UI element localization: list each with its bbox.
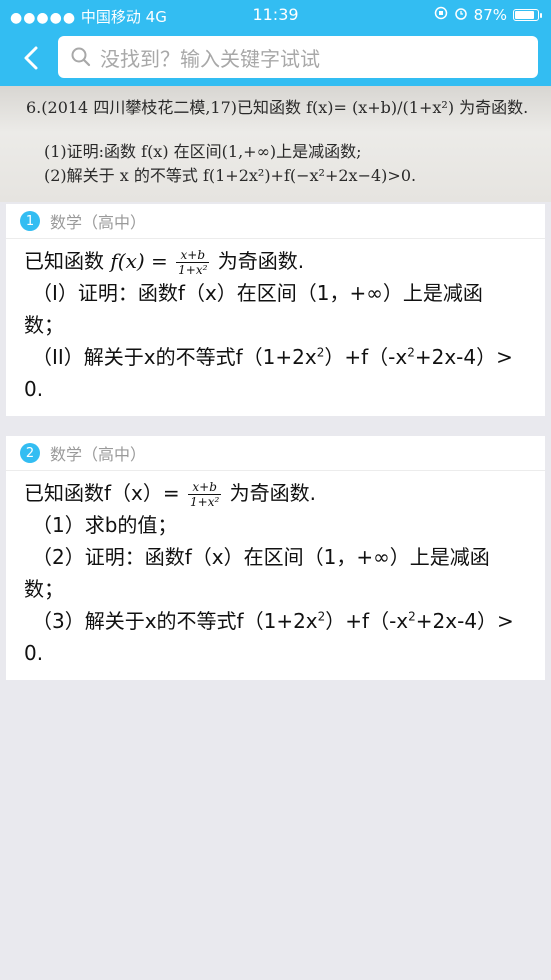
result-header: 1 数学（高中） — [6, 204, 545, 239]
result-body: 已知函数 f(x) = x+b 1+x² 为奇函数. （I）证明：函数f（x）在… — [6, 239, 545, 405]
subject-label: 数学（高中） — [50, 213, 147, 232]
photo-line-2: (1)证明:函数 f(x) 在区间(1,+∞)上是减函数; — [44, 142, 362, 161]
math-function: f(x) = — [110, 249, 168, 273]
math-fraction: x+b 1+x² — [188, 480, 222, 509]
result-line: （2）证明：函数f（x）在区间（1，+∞）上是减函 — [32, 545, 490, 569]
result-line: 已知函数 f(x) = x+b 1+x² 为奇函数. — [24, 245, 527, 277]
result-body: 已知函数f（x）= x+b 1+x² 为奇函数. （1）求b的值； （2）证明：… — [6, 471, 545, 669]
search-icon — [71, 47, 91, 67]
result-line: 数； — [24, 577, 64, 601]
chevron-left-icon — [24, 46, 38, 70]
app-header: ●●●●● 中国移动 4G 11:39 87% 没找到？输入关键字试试 — [0, 0, 551, 86]
result-card[interactable]: 1 数学（高中） 已知函数 f(x) = x+b 1+x² 为奇函数. （I）证… — [6, 204, 545, 416]
search-placeholder: 没找到？输入关键字试试 — [100, 46, 320, 71]
result-line: （3）解关于x的不等式f（1+2x2）+f（-x2+2x-4）> — [24, 605, 527, 637]
status-bar: ●●●●● 中国移动 4G 11:39 87% — [0, 0, 551, 30]
battery-percent: 87% — [473, 6, 507, 24]
text: （3）解关于x的不等式f（1+2x — [32, 609, 318, 633]
result-index-badge: 2 — [20, 443, 40, 463]
battery-icon — [513, 9, 542, 21]
fraction-numerator: x+b — [188, 480, 222, 495]
result-line: 0. — [24, 377, 44, 401]
text: +2x-4）> — [414, 345, 513, 369]
text: ）+f（-x — [325, 609, 409, 633]
alarm-icon — [454, 6, 468, 24]
photo-line-3: (2)解关于 x 的不等式 f(1+2x²)+f(−x²+2x−4)>0. — [44, 166, 417, 185]
rotation-lock-icon — [434, 6, 448, 24]
result-card[interactable]: 2 数学（高中） 已知函数f（x）= x+b 1+x² 为奇函数. （1）求b的… — [6, 436, 545, 680]
text: 为奇函数. — [229, 481, 316, 505]
fraction-denominator: 1+x² — [190, 495, 220, 509]
photo-line-1: 6.(2014 四川攀枝花二模,17)已知函数 f(x)= (x+b)/(1+x… — [26, 98, 529, 117]
result-header: 2 数学（高中） — [6, 436, 545, 471]
text: 为奇函数. — [217, 249, 305, 273]
superscript: 2 — [407, 345, 415, 360]
search-input[interactable]: 没找到？输入关键字试试 — [58, 36, 538, 78]
text: 已知函数f（x）= — [24, 481, 180, 505]
question-photo: 6.(2014 四川攀枝花二模,17)已知函数 f(x)= (x+b)/(1+x… — [0, 86, 551, 202]
text: 已知函数 — [24, 249, 104, 273]
result-line: （II）解关于x的不等式f（1+2x2）+f（-x2+2x-4）> — [24, 341, 527, 373]
text: ）+f（-x — [324, 345, 408, 369]
fraction-numerator: x+b — [176, 248, 210, 263]
subject-label: 数学（高中） — [50, 445, 147, 464]
result-line: 0. — [24, 641, 44, 665]
status-icons: 87% — [434, 6, 542, 24]
back-button[interactable] — [14, 38, 48, 78]
math-fraction: x+b 1+x² — [176, 248, 210, 277]
superscript: 2 — [408, 609, 416, 624]
text: +2x-4）> — [415, 609, 514, 633]
text: （II）解关于x的不等式f（1+2x — [32, 345, 317, 369]
result-line: 已知函数f（x）= x+b 1+x² 为奇函数. — [24, 477, 527, 509]
fraction-denominator: 1+x² — [178, 263, 208, 277]
result-line: （I）证明：函数f（x）在区间（1，+∞）上是减函 — [32, 281, 483, 305]
result-index-badge: 1 — [20, 211, 40, 231]
result-line: （1）求b的值； — [32, 513, 178, 537]
result-line: 数； — [24, 313, 64, 337]
